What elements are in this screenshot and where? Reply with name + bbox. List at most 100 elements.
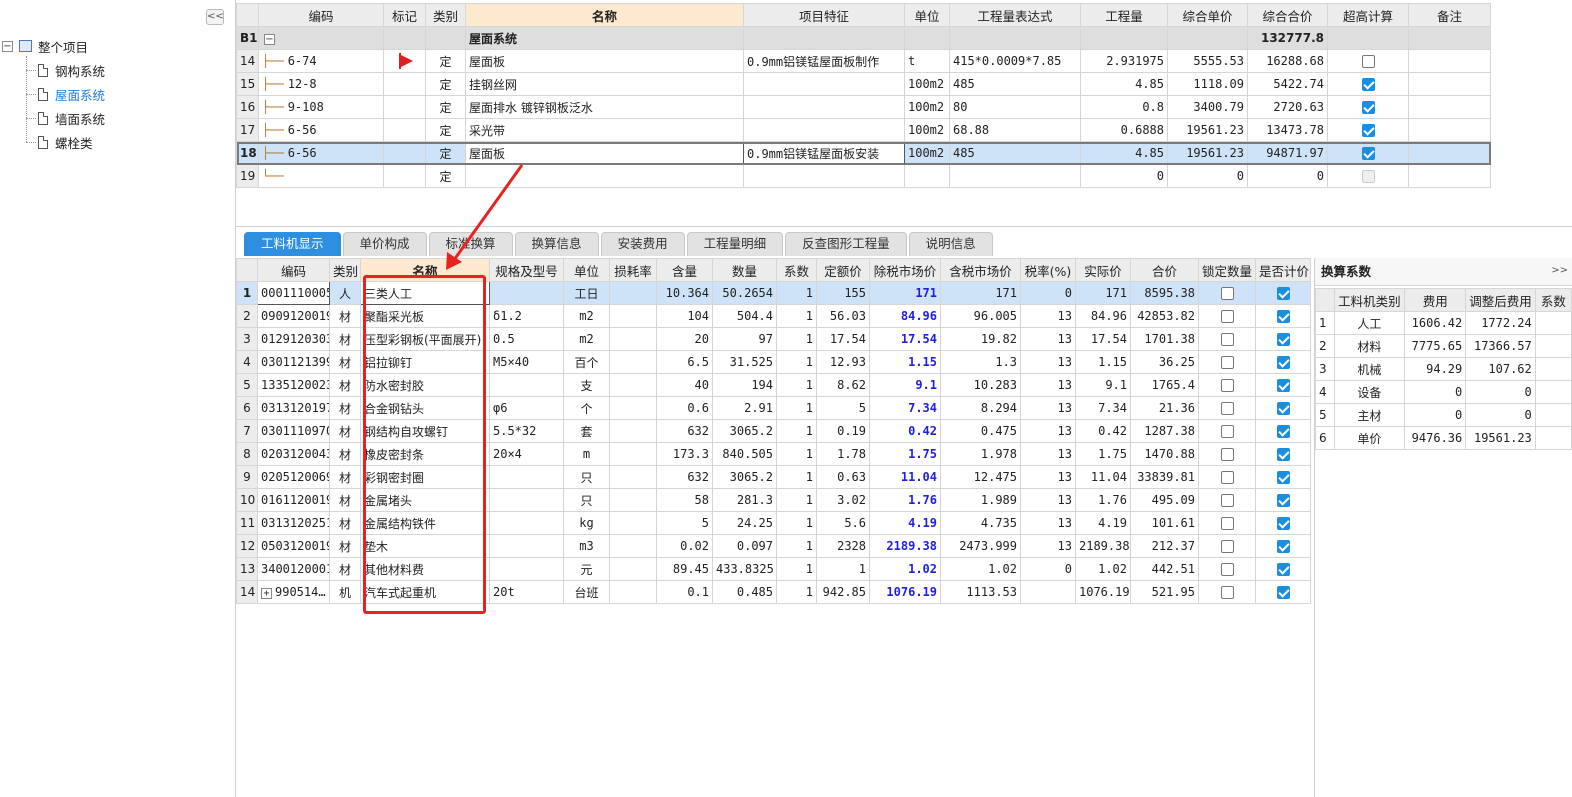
coefficient-cell[interactable]: 1 (776, 327, 817, 351)
coefficient-cell[interactable]: 1 (776, 465, 817, 489)
is-priced-cell[interactable] (1255, 350, 1311, 374)
column-header-total[interactable]: 合价 (1130, 258, 1199, 282)
actual-price-cell[interactable]: 171 (1075, 281, 1131, 305)
code-cell[interactable]: ├── 12-8 (258, 72, 384, 96)
checkbox[interactable] (1276, 425, 1290, 438)
lock-quantity-cell[interactable] (1198, 419, 1256, 443)
checkbox[interactable] (1361, 170, 1375, 183)
code-cell[interactable]: 0129120303 (257, 327, 330, 351)
fee-cell[interactable]: 0 (1404, 380, 1467, 404)
fee-cell[interactable]: 7775.65 (1404, 334, 1467, 358)
column-header-type[interactable]: 类别 (425, 3, 466, 27)
quantity-cell[interactable]: 31.525 (712, 350, 777, 374)
coefficient-cell[interactable]: 1 (776, 580, 817, 604)
ex-tax-price-cell[interactable]: 0.42 (869, 419, 941, 443)
in-tax-price-cell[interactable]: 19.82 (940, 327, 1021, 351)
name-cell[interactable]: 金属结构铁件 (360, 511, 490, 535)
lock-quantity-cell[interactable] (1198, 396, 1256, 420)
content-cell[interactable]: 5 (656, 511, 713, 535)
code-cell[interactable]: 0301121399 (257, 350, 330, 374)
checkbox[interactable] (1276, 494, 1290, 507)
quantity-cell[interactable]: 281.3 (712, 488, 777, 512)
type-cell[interactable]: 人 (329, 281, 361, 305)
column-header-actual-price[interactable]: 实际价 (1075, 258, 1131, 282)
table-row[interactable]: 4 0301121399 材铝拉铆钉 M5×40 百个 6.5 31.525 1 12.93 1.… (236, 350, 1311, 374)
column-header-is-priced[interactable]: 是否计价 (1255, 258, 1311, 282)
total-price-cell[interactable]: 5422.74 (1247, 72, 1328, 96)
checkbox[interactable] (1276, 356, 1290, 369)
total-price-cell[interactable]: 2720.63 (1247, 95, 1328, 119)
lock-quantity-cell[interactable] (1198, 442, 1256, 466)
in-tax-price-cell[interactable]: 8.294 (940, 396, 1021, 420)
remark-cell[interactable] (1408, 141, 1491, 165)
loss-rate-cell[interactable] (609, 327, 657, 351)
content-cell[interactable]: 89.45 (656, 557, 713, 581)
tax-rate-cell[interactable]: 13 (1020, 396, 1076, 420)
lock-quantity-cell[interactable] (1198, 534, 1256, 558)
category-cell[interactable]: 主材 (1333, 403, 1406, 427)
table-row[interactable]: 2 0909120019 材聚酯采光板 δ1.2 m2 104 504.4 1 56.03 84.… (236, 304, 1311, 328)
total-cell[interactable]: 495.09 (1130, 488, 1199, 512)
actual-price-cell[interactable]: 1.02 (1075, 557, 1131, 581)
coefficient-cell[interactable]: 1 (776, 442, 817, 466)
lock-quantity-cell[interactable] (1198, 350, 1256, 374)
table-row[interactable]: 12 0503120019 材垫木 m3 0.02 0.097 1 2328 2189.38 24… (236, 534, 1311, 558)
table-row[interactable]: 5 主材 0 0 (1315, 403, 1572, 427)
checkbox[interactable] (1276, 402, 1290, 415)
actual-price-cell[interactable]: 1076.19 (1075, 580, 1131, 604)
in-tax-price-cell[interactable]: 1113.53 (940, 580, 1021, 604)
code-cell[interactable]: 0161120019 (257, 488, 330, 512)
column-header-category[interactable]: 工料机类别 (1333, 288, 1406, 312)
in-tax-price-cell[interactable]: 0.475 (940, 419, 1021, 443)
spec-cell[interactable]: 0.5 (489, 327, 564, 351)
spec-cell[interactable]: 20t (489, 580, 564, 604)
total-cell[interactable]: 212.37 (1130, 534, 1199, 558)
column-header-mark[interactable]: 标记 (383, 3, 426, 27)
unit-cell[interactable]: 工日 (563, 281, 610, 305)
code-cell[interactable]: ├── 6-56 (258, 141, 384, 165)
loss-rate-cell[interactable] (609, 304, 657, 328)
content-cell[interactable]: 10.364 (656, 281, 713, 305)
checkbox[interactable] (1220, 310, 1234, 323)
name-cell[interactable]: 合金钢钻头 (360, 396, 490, 420)
fee-cell[interactable]: 1606.42 (1404, 311, 1467, 335)
adjusted-fee-cell[interactable]: 0 (1465, 380, 1536, 404)
loss-rate-cell[interactable] (609, 534, 657, 558)
ex-tax-price-cell[interactable]: 1076.19 (869, 580, 941, 604)
tax-rate-cell[interactable]: 13 (1020, 488, 1076, 512)
spec-cell[interactable]: 20×4 (489, 442, 564, 466)
expression-cell[interactable] (949, 164, 1081, 188)
quantity-cell[interactable]: 3065.2 (712, 419, 777, 443)
category-cell[interactable]: 材料 (1333, 334, 1406, 358)
code-cell[interactable]: ├── 9-108 (258, 95, 384, 119)
loss-rate-cell[interactable] (609, 488, 657, 512)
code-cell[interactable]: 3400120001 (257, 557, 330, 581)
unit-price-cell[interactable]: 19561.23 (1167, 118, 1248, 142)
checkbox[interactable] (1276, 379, 1290, 392)
adjusted-fee-cell[interactable]: 107.62 (1465, 357, 1536, 381)
type-cell[interactable]: 材 (329, 465, 361, 489)
base-price-cell[interactable]: 3.02 (816, 488, 870, 512)
ex-tax-price-cell[interactable]: 2189.38 (869, 534, 941, 558)
total-cell[interactable]: 1287.38 (1130, 419, 1199, 443)
name-cell[interactable]: 钢结构自攻螺钉 (360, 419, 490, 443)
table-row[interactable]: 16 ├── 9-108 定屋面排水 镀锌钢板泛水 100m2 80 0.8 3400.79… (236, 95, 1491, 119)
coefficient-cell[interactable] (1534, 380, 1572, 404)
checkbox[interactable] (1220, 494, 1234, 507)
coefficient-cell[interactable]: 1 (776, 488, 817, 512)
coefficient-cell[interactable]: 1 (776, 396, 817, 420)
table-row[interactable]: 5 1335120023 材防水密封胶支 40 194 1 8.62 9.1 10.283 13 9… (236, 373, 1311, 397)
checkbox[interactable] (1220, 540, 1234, 553)
total-cell[interactable]: 101.61 (1130, 511, 1199, 535)
type-cell[interactable]: 材 (329, 511, 361, 535)
actual-price-cell[interactable]: 1.75 (1075, 442, 1131, 466)
table-row[interactable]: 6 单价 9476.36 19561.23 (1315, 426, 1572, 450)
total-cell[interactable]: 1765.4 (1130, 373, 1199, 397)
tab-7[interactable]: 说明信息 (908, 232, 993, 256)
actual-price-cell[interactable]: 0.42 (1075, 419, 1131, 443)
mark-cell[interactable] (383, 141, 426, 165)
height-calc-cell[interactable] (1327, 141, 1409, 165)
coefficient-cell[interactable] (1534, 426, 1572, 450)
adjusted-fee-cell[interactable]: 19561.23 (1465, 426, 1536, 450)
loss-rate-cell[interactable] (609, 442, 657, 466)
